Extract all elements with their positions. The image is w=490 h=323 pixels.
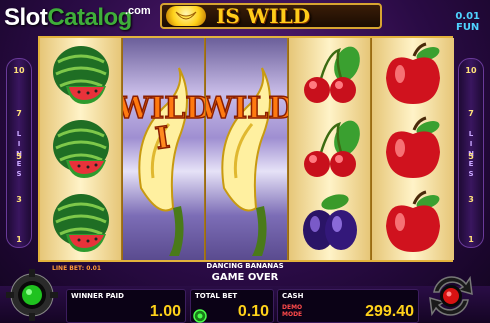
- line-number[interactable]: 7: [459, 109, 483, 118]
- settings-gear-button[interactable]: [6, 269, 58, 323]
- cash-value: 299.40: [365, 303, 414, 320]
- gear-icon: [6, 269, 58, 321]
- logo-com-text: .com: [125, 5, 151, 17]
- line-number[interactable]: 1: [7, 235, 31, 244]
- wild-text: WILD: [206, 91, 288, 126]
- apple-icon: [372, 112, 454, 186]
- left-lines-indicator: 10 7 L I N E S 5 3 1: [6, 58, 32, 248]
- wild-banner: IS WILD: [160, 3, 382, 29]
- banana-badge-icon: [166, 6, 206, 26]
- line-number[interactable]: 5: [459, 152, 483, 161]
- line-number[interactable]: 10: [7, 66, 31, 75]
- right-lines-indicator: 10 7 L I N E S 5 3 1: [458, 58, 484, 248]
- fun-credits: 0.01 FUN: [455, 11, 480, 33]
- reel-2-wild: WILD I: [123, 38, 205, 260]
- game-title: DANCING BANANAS: [206, 262, 284, 270]
- reel-3-wild: WILD: [206, 38, 288, 260]
- line-number[interactable]: 1: [459, 235, 483, 244]
- winner-paid-label: WINNER PAID: [71, 292, 124, 300]
- slotcatalog-logo: SlotCatalog: [4, 4, 132, 32]
- cash-label: CASH: [282, 292, 304, 300]
- reel-4: [289, 38, 371, 260]
- demo-mode-label: DEMO MODE: [282, 304, 303, 318]
- watermelon-icon: [40, 112, 122, 186]
- fun-amount: 0.01: [455, 11, 480, 22]
- cash-box: CASH DEMO MODE 299.40: [277, 289, 419, 323]
- watermelon-icon: [40, 186, 122, 260]
- spin-arrows-icon: [429, 275, 473, 317]
- line-number[interactable]: 3: [459, 195, 483, 204]
- cherry-icon: [289, 112, 371, 186]
- line-number[interactable]: 7: [7, 109, 31, 118]
- total-bet-label: TOTAL BET: [195, 292, 238, 300]
- logo-slot-text: Slot: [4, 4, 48, 31]
- apple-icon: [372, 38, 454, 112]
- fun-label: FUN: [455, 22, 480, 33]
- apple-icon: [372, 186, 454, 260]
- header: SlotCatalog .com IS WILD 0.01 FUN: [0, 0, 490, 34]
- line-number[interactable]: 10: [459, 66, 483, 75]
- coin-stack-icon[interactable]: [193, 309, 207, 323]
- spin-button[interactable]: [424, 270, 478, 323]
- wild-banana-icon: WILD: [206, 67, 288, 256]
- banner-text: IS WILD: [216, 4, 310, 28]
- reels-area: WILD I WILD: [38, 36, 454, 262]
- logo-catalog-text: Catalog: [47, 4, 132, 31]
- reel-5: [372, 38, 454, 260]
- line-bet-text: LINE BET: 0.01: [52, 265, 101, 272]
- wild-banana-icon: WILD I: [123, 67, 205, 256]
- game-status: GAME OVER: [211, 272, 279, 283]
- winner-paid-box: WINNER PAID 1.00: [66, 289, 186, 323]
- winner-paid-value: 1.00: [149, 303, 181, 320]
- total-bet-value: 0.10: [237, 303, 269, 320]
- line-number[interactable]: 5: [7, 152, 31, 161]
- plum-icon: [289, 186, 371, 260]
- watermelon-icon: [40, 38, 122, 112]
- line-number[interactable]: 3: [7, 195, 31, 204]
- cherry-icon: [289, 38, 371, 112]
- reel-1: [40, 38, 122, 260]
